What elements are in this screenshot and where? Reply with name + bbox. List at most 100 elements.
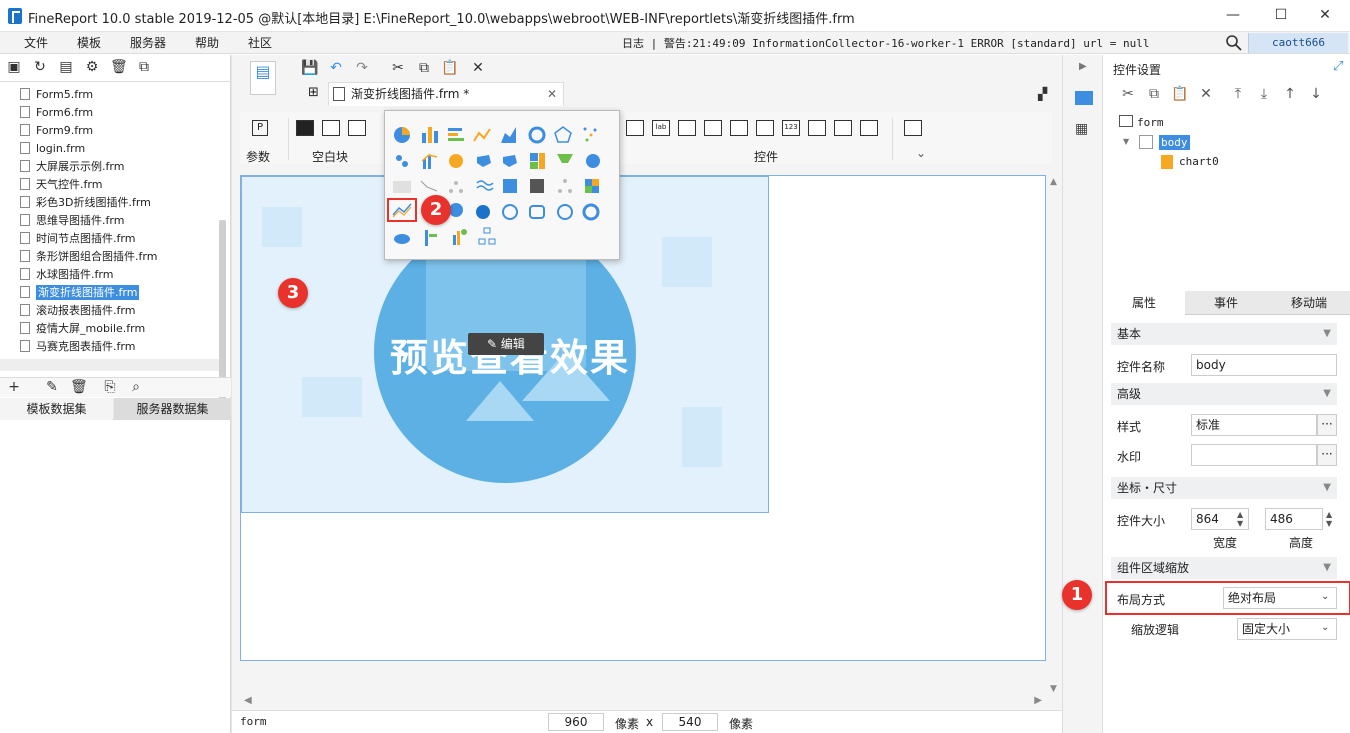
chevron-down-icon[interactable]: ⌄ <box>1321 622 1329 633</box>
tree-node-chart0[interactable]: chart0 <box>1179 155 1219 168</box>
log-message[interactable]: 日志 | 警告:21:49:09 InformationCollector-16… <box>622 35 1149 51</box>
file-item[interactable]: 条形饼图组合图插件.frm <box>20 248 157 266</box>
user-name[interactable]: caott666 <box>1248 33 1348 53</box>
combobox-widget-icon[interactable] <box>704 120 722 136</box>
chevron-down-icon[interactable]: ⌄ <box>916 146 926 160</box>
expand-tree-icon[interactable]: ▼ <box>1123 137 1129 146</box>
file-item-selected[interactable]: 渐变折线图插件.frm <box>20 284 140 302</box>
copy-toolbar-icon[interactable]: ⧉ <box>414 59 434 77</box>
style-input[interactable]: 标准 <box>1191 414 1317 436</box>
canvas-width-input[interactable]: 960 <box>548 713 604 731</box>
file-item[interactable]: login.frm <box>20 140 85 158</box>
file-item[interactable]: Form6.frm <box>20 104 93 122</box>
canvas-horizontal-scrollbar[interactable]: ◀ ▶ <box>240 694 1046 710</box>
refresh-icon[interactable]: ↻ <box>32 59 48 75</box>
width-stepper[interactable]: ▲ ▼ <box>1237 510 1243 528</box>
search-dataset-icon[interactable]: ⌕ <box>128 379 144 395</box>
file-item[interactable]: Form9.frm <box>20 122 93 140</box>
section-advanced[interactable]: 高级 ▼ <box>1111 383 1337 405</box>
save-icon[interactable]: 💾 <box>300 59 320 77</box>
section-zoom[interactable]: 组件区域缩放 ▼ <box>1111 557 1337 579</box>
move-top-icon[interactable]: ⤒ <box>1229 85 1247 103</box>
tab-mobile[interactable]: 移动端 <box>1267 291 1350 315</box>
tab-template-dataset[interactable]: 模板数据集 <box>0 398 113 420</box>
file-list-hscroll[interactable] <box>0 359 219 371</box>
cut-icon[interactable]: ✂ <box>1119 85 1137 103</box>
move-down-icon[interactable]: ↓ <box>1307 85 1325 103</box>
file-item[interactable]: 思维导图插件.frm <box>20 212 124 230</box>
param-panel-icon[interactable]: P <box>252 120 268 136</box>
style-more-button[interactable]: ··· <box>1317 414 1337 436</box>
menu-template[interactable]: 模板 <box>77 34 101 51</box>
label-widget-icon[interactable]: lab <box>652 120 670 136</box>
form-canvas[interactable]: 预览查看效果 ✎ 编辑 <box>240 175 1046 661</box>
search-icon[interactable] <box>1225 34 1243 52</box>
maximize-button[interactable]: ☐ <box>1258 4 1304 28</box>
paste-icon[interactable]: 📋 <box>440 59 460 77</box>
tab-server-dataset[interactable]: 服务器数据集 <box>114 398 231 420</box>
height-stepper[interactable]: ▲ ▼ <box>1326 510 1332 528</box>
section-basic[interactable]: 基本 ▼ <box>1111 323 1337 345</box>
edit-icon[interactable]: ✎ <box>44 379 60 395</box>
file-item[interactable]: 大屏展示示例.frm <box>20 158 124 176</box>
textbox-widget-icon[interactable] <box>626 120 644 136</box>
chevron-down-icon[interactable]: ⌄ <box>1321 591 1329 602</box>
new-folder-icon[interactable]: ▣ <box>6 59 22 75</box>
file-item[interactable]: 水球图插件.frm <box>20 266 113 284</box>
widget-name-input[interactable]: body <box>1191 354 1337 376</box>
move-up-icon[interactable]: ↑ <box>1281 85 1299 103</box>
canvas-height-input[interactable]: 540 <box>662 713 718 731</box>
component-library-icon[interactable]: ▦ <box>1075 121 1093 137</box>
radio-group-widget-icon[interactable] <box>834 120 852 136</box>
tab-properties[interactable]: 属性 <box>1103 291 1185 315</box>
file-item[interactable]: 马赛克图表插件.frm <box>20 338 135 356</box>
canvas-vertical-scrollbar[interactable]: ▲ ▼ <box>1046 177 1062 694</box>
menu-file[interactable]: 文件 <box>24 34 48 51</box>
watermark-more-button[interactable]: ··· <box>1317 444 1337 466</box>
button-widget-icon[interactable] <box>678 120 696 136</box>
delete-toolbar-icon[interactable]: ✕ <box>468 59 488 77</box>
preview-dataset-icon[interactable]: ⎘ <box>102 379 118 395</box>
file-item[interactable]: 时间节点图插件.frm <box>20 230 135 248</box>
tree-node-body[interactable]: body <box>1159 135 1190 150</box>
tab-close-icon[interactable]: ✕ <box>547 83 557 105</box>
menu-community[interactable]: 社区 <box>248 34 272 51</box>
delete-dataset-icon[interactable]: 🗑 <box>70 379 88 395</box>
file-item[interactable]: 滚动报表图插件.frm <box>20 302 135 320</box>
watermark-input[interactable] <box>1191 444 1317 466</box>
paste-icon[interactable]: 📋 <box>1171 85 1189 103</box>
date-widget-icon[interactable] <box>756 120 774 136</box>
move-bottom-icon[interactable]: ⤓ <box>1255 85 1273 103</box>
tab-template-file[interactable]: 渐变折线图插件.frm * ✕ <box>328 82 564 106</box>
menu-server[interactable]: 服务器 <box>130 34 166 51</box>
cut-icon[interactable]: ✂ <box>388 59 408 77</box>
height-input[interactable]: 486 <box>1265 508 1323 530</box>
list-widget-icon[interactable] <box>730 120 748 136</box>
widget-settings-icon[interactable] <box>1075 91 1093 105</box>
new-template-icon[interactable]: ▤ <box>250 61 276 95</box>
absolute-block-icon[interactable] <box>296 120 314 136</box>
grid-icon[interactable]: ⊞ <box>308 86 322 100</box>
close-button[interactable]: ✕ <box>1302 4 1348 28</box>
add-dataset-icon[interactable]: + <box>6 379 22 395</box>
edit-button[interactable]: ✎ 编辑 <box>468 333 544 355</box>
file-item[interactable]: 疫情大屏_mobile.frm <box>20 320 145 338</box>
copy-icon[interactable]: ⧉ <box>1145 85 1163 103</box>
number-widget-icon[interactable]: 123 <box>782 120 800 136</box>
file-item[interactable]: Form5.frm <box>20 86 93 104</box>
delete-icon[interactable]: 🗑 <box>110 59 128 75</box>
copy-icon[interactable]: ⧉ <box>136 59 152 75</box>
redo-icon[interactable]: ↷ <box>352 59 372 77</box>
textarea-widget-icon[interactable] <box>808 120 826 136</box>
open-icon[interactable]: ▤ <box>58 59 74 75</box>
undo-icon[interactable]: ↶ <box>326 59 346 77</box>
expand-icon[interactable]: ⤢ <box>1333 59 1343 74</box>
file-item[interactable]: 彩色3D折线图插件.frm <box>20 194 151 212</box>
tab-list-icon[interactable]: ▞ <box>1038 87 1047 101</box>
checkbox-group-widget-icon[interactable] <box>860 120 878 136</box>
search-widget-icon[interactable] <box>904 120 922 136</box>
delete-icon[interactable]: ✕ <box>1197 85 1215 103</box>
grid-block-icon[interactable] <box>348 120 366 136</box>
collapse-icon[interactable]: ▶ <box>1079 61 1087 72</box>
minimize-button[interactable]: — <box>1210 4 1256 28</box>
